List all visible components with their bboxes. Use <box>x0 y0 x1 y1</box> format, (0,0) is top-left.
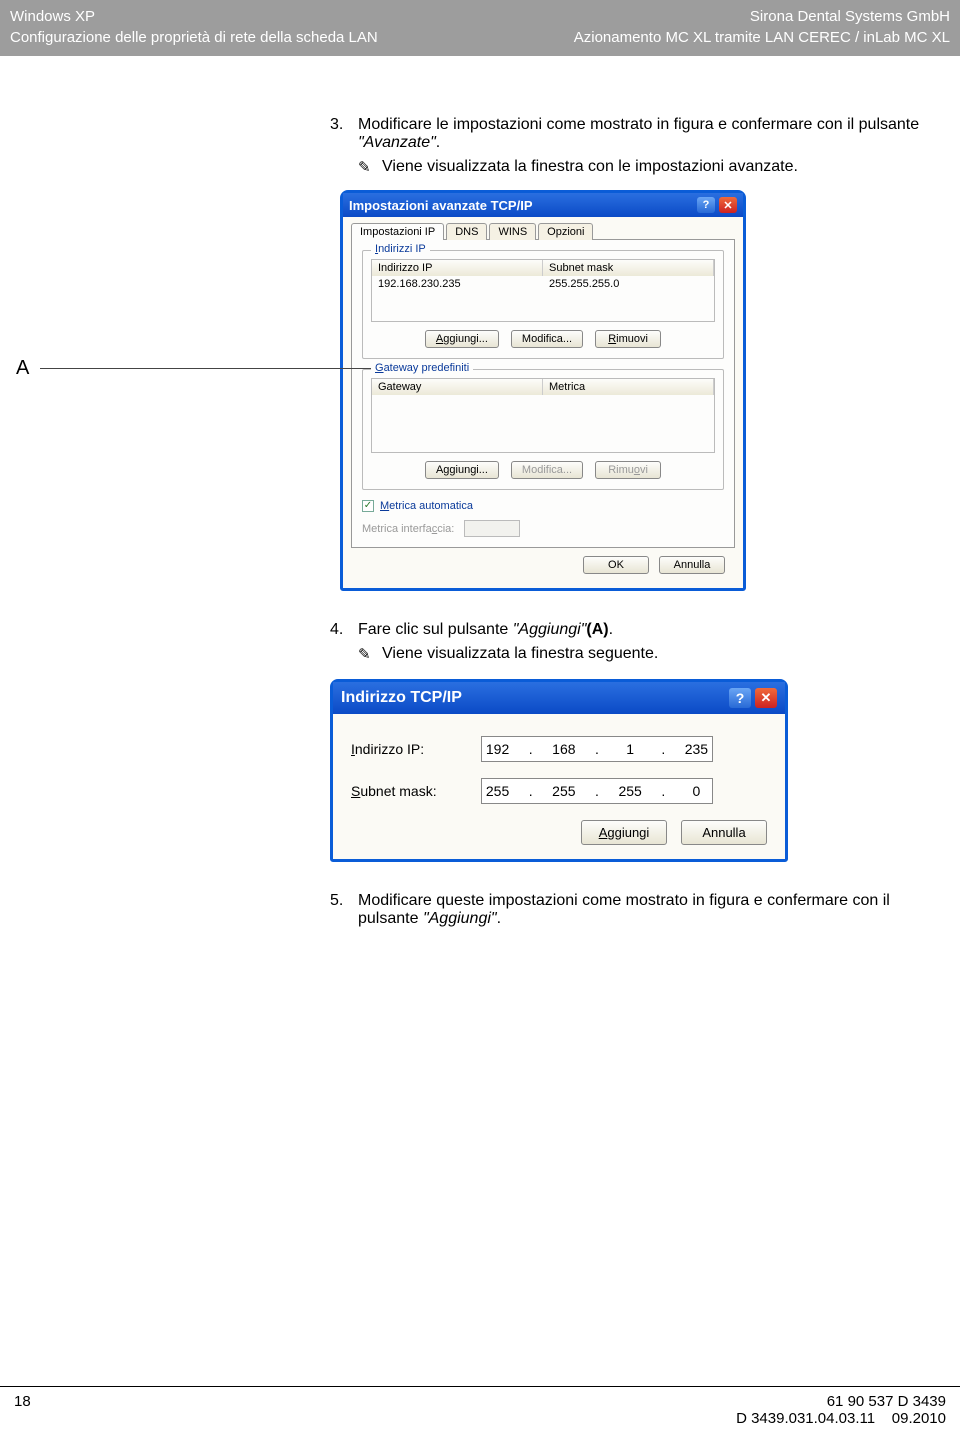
step-5-num: 5. <box>330 892 358 928</box>
hdr-left-bottom: Configurazione delle proprietà di rete d… <box>10 27 378 48</box>
help-icon[interactable]: ? <box>729 688 751 708</box>
dlg2-cancel-button[interactable]: Annulla <box>681 820 767 845</box>
ip-list-row[interactable]: 192.168.230.235 255.255.255.0 <box>371 276 715 322</box>
ip-list-header: Indirizzo IP Subnet mask <box>371 259 715 276</box>
checkmark-icon: ✓ <box>362 500 374 512</box>
dlg1-ok-button[interactable]: OK <box>583 556 649 574</box>
group-ip-addresses: IIndirizzi IPndirizzi IP Indirizzo IP Su… <box>362 250 724 359</box>
step-5: 5. Modificare queste impostazioni come m… <box>330 892 920 928</box>
val-ip: 192.168.230.235 <box>372 276 543 321</box>
metric-interface-row: Metrica interfaccia: <box>362 520 724 537</box>
tab-dns[interactable]: DNS <box>446 223 487 240</box>
mask-label: Subnet mask: <box>351 783 481 799</box>
group-gw-label: Gateway predefiniti <box>371 362 473 374</box>
arrow-icon: ✎ <box>358 158 382 176</box>
gw-list-row[interactable] <box>371 395 715 453</box>
tab-ip-settings[interactable]: Impostazioni IP <box>351 223 444 240</box>
tab-wins[interactable]: WINS <box>489 223 536 240</box>
page-header: Windows XP Sirona Dental Systems GmbH Co… <box>0 0 960 56</box>
dialog-tcpip-address: Indirizzo TCP/IP ? ✕ Indirizzo IP: 192. … <box>330 679 788 862</box>
ip-field-row: Indirizzo IP: 192. 168. 1. 235 <box>351 736 767 762</box>
ip-modify-button[interactable]: Modifica... <box>511 330 583 348</box>
dialog2-titlebar: Indirizzo TCP/IP ? ✕ <box>333 682 785 714</box>
ip-input[interactable]: 192. 168. 1. 235 <box>481 736 713 762</box>
step-4-num: 4. <box>330 621 358 639</box>
ip-remove-button[interactable]: Rimuovi <box>595 330 661 348</box>
tab-options[interactable]: Opzioni <box>538 223 593 240</box>
footer-code1: 61 90 537 D 3439 <box>736 1393 946 1410</box>
result-4: ✎ Viene visualizzata la finestra seguent… <box>358 645 920 663</box>
ip-add-button[interactable]: Aggiungi... <box>425 330 499 348</box>
step-3: 3. Modificare le impostazioni come mostr… <box>330 116 920 152</box>
close-icon[interactable]: ✕ <box>755 688 777 708</box>
col-ip: Indirizzo IP <box>372 260 543 276</box>
result-3: ✎ Viene visualizzata la finestra con le … <box>358 158 920 176</box>
arrow-icon: ✎ <box>358 645 382 663</box>
step-5-text: Modificare queste impostazioni come most… <box>358 892 920 928</box>
mask-field-row: Subnet mask: 255. 255. 255. 0 <box>351 778 767 804</box>
col-metric: Metrica <box>543 379 714 395</box>
col-gateway: Gateway <box>372 379 543 395</box>
step-3-num: 3. <box>330 116 358 152</box>
hdr-right-top: Sirona Dental Systems GmbH <box>750 6 950 27</box>
dialog1-title: Impostazioni avanzate TCP/IP <box>349 198 533 213</box>
footer-code2: D 3439.031.04.03.11 <box>736 1410 875 1427</box>
step-4-text: Fare clic sul pulsante "Aggiungi"(A). <box>358 621 920 639</box>
page-footer: 18 61 90 537 D 3439 D 3439.031.04.03.11 … <box>0 1386 960 1441</box>
mask-input[interactable]: 255. 255. 255. 0 <box>481 778 713 804</box>
footer-date: 09.2010 <box>892 1410 946 1427</box>
dialog-advanced-tcpip: Impostazioni avanzate TCP/IP ? ✕ Imposta… <box>340 190 746 591</box>
close-icon[interactable]: ✕ <box>719 197 737 213</box>
hdr-right-bottom: Azionamento MC XL tramite LAN CEREC / in… <box>574 27 950 48</box>
hdr-left-top: Windows XP <box>10 6 95 27</box>
gw-add-button[interactable]: Aggiungi... <box>425 461 499 479</box>
dialog1-titlebar: Impostazioni avanzate TCP/IP ? ✕ <box>343 193 743 217</box>
help-icon[interactable]: ? <box>697 197 715 213</box>
metric-if-label: Metrica interfaccia: <box>362 523 454 535</box>
page-number: 18 <box>14 1393 31 1427</box>
gw-list-header: Gateway Metrica <box>371 378 715 395</box>
col-mask: Subnet mask <box>543 260 714 276</box>
callout-a-label: A <box>16 357 29 380</box>
auto-metric-checkbox[interactable]: ✓ Metrica automatica <box>362 500 724 512</box>
tabs: Impostazioni IP DNS WINS Opzioni <box>351 223 735 240</box>
group-gateways: Gateway predefiniti Gateway Metrica Aggi… <box>362 369 724 490</box>
step-4: 4. Fare clic sul pulsante "Aggiungi"(A). <box>330 621 920 639</box>
dlg1-cancel-button[interactable]: Annulla <box>659 556 725 574</box>
gw-modify-button: Modifica... <box>511 461 583 479</box>
group-ip-label: IIndirizzi IPndirizzi IP <box>371 243 430 255</box>
step-3-text: Modificare le impostazioni come mostrato… <box>358 116 920 152</box>
dialog2-title: Indirizzo TCP/IP <box>341 689 462 707</box>
gw-remove-button: Rimuovi <box>595 461 661 479</box>
metric-interface-input <box>464 520 520 537</box>
val-mask: 255.255.255.0 <box>543 276 714 321</box>
dlg2-add-button[interactable]: Aggiungi <box>581 820 667 845</box>
ip-label: Indirizzo IP: <box>351 741 481 757</box>
